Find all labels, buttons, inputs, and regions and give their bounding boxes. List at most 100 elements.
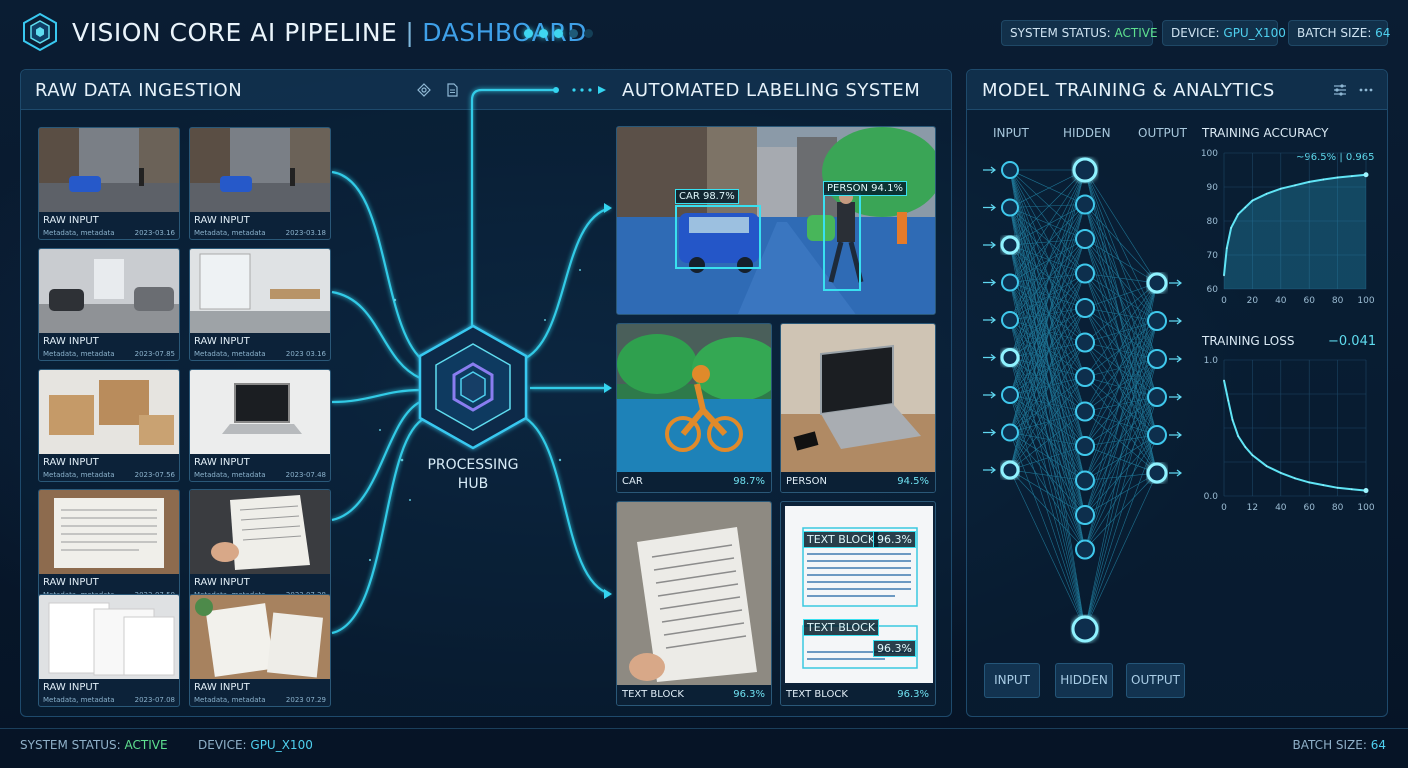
raw-input-label: RAW INPUT — [194, 336, 250, 347]
status-dots — [524, 29, 593, 38]
data-point — [1280, 187, 1282, 190]
raw-input-meta: Metadata, metadata — [43, 350, 115, 358]
output-layer-button[interactable]: OUTPUT — [1126, 663, 1185, 698]
data-point — [1322, 484, 1325, 486]
output-arrow-icon — [1169, 355, 1182, 363]
raw-input-card[interactable]: RAW INPUT Metadata, metadata 2023-03.18 — [189, 127, 331, 240]
labeled-cyclist-card[interactable]: CAR 98.7% — [616, 323, 772, 493]
neural-network-diagram — [983, 157, 1182, 643]
output-neuron — [1146, 462, 1168, 484]
x-tick-label: 80 — [1332, 296, 1344, 306]
raw-input-label: RAW INPUT — [194, 457, 250, 468]
input-arrow-icon — [983, 466, 996, 474]
raw-input-card[interactable]: RAW INPUT Metadata, metadata 2023-07.48 — [189, 369, 331, 482]
more-icon[interactable] — [1359, 83, 1373, 97]
raw-input-label: RAW INPUT — [43, 682, 99, 693]
input-layer-button[interactable]: INPUT — [984, 663, 1040, 698]
labeled-text-layout-card[interactable]: TEXT BLOCK 96.3% TEXT BLOCK 96.3% TEXT B… — [780, 501, 936, 706]
input-arrow-icon — [983, 279, 996, 286]
system-status-value: ACTIVE — [1114, 26, 1158, 40]
sliders-icon[interactable] — [1333, 83, 1347, 97]
device-pill: DEVICE: GPU_X100 — [1162, 20, 1286, 46]
raw-input-card[interactable]: RAW INPUT Metadata, metadata 2023-07.08 — [38, 594, 180, 707]
raw-input-label: RAW INPUT — [43, 577, 99, 588]
raw-thumbnail-image — [190, 595, 330, 679]
accuracy-chart: 0 20 40 60 80 100 100 90 80 70 60 — [1201, 149, 1375, 306]
output-neuron — [1147, 311, 1167, 331]
data-point — [1227, 400, 1230, 402]
hidden-layer-button[interactable]: HIDDEN — [1055, 663, 1113, 698]
raw-panel-title: RAW DATA INGESTION — [35, 80, 243, 101]
hidden-neuron — [1075, 298, 1095, 318]
raw-input-card[interactable]: RAW INPUTMetadata, metadata2023-07.50 — [38, 489, 180, 602]
raw-input-label: RAW INPUT — [194, 682, 250, 693]
confidence-value: 96.3% — [733, 689, 765, 700]
person-box-label: PERSON 94.1% — [823, 181, 907, 196]
cyclist-image — [617, 324, 771, 474]
raw-thumbnail-image — [190, 370, 330, 454]
x-tick-label: 60 — [1303, 503, 1315, 513]
y-tick-label: 90 — [1207, 183, 1219, 193]
hidden-neuron — [1075, 470, 1095, 491]
raw-input-card[interactable]: RAW INPUT Metadata, metadata 2023-03.16 — [38, 127, 180, 240]
raw-input-card[interactable]: RAW INPUT Metadata, metadata 2023-07.85 — [38, 248, 180, 361]
y-tick-label: 100 — [1201, 149, 1218, 159]
data-point — [1351, 175, 1353, 177]
input-neuron — [1000, 348, 1020, 367]
y-tick-label: 70 — [1207, 251, 1219, 261]
system-status-pill: SYSTEM STATUS: ACTIVE — [1001, 20, 1158, 46]
hidden-neuron — [1075, 332, 1095, 353]
data-point — [1322, 178, 1325, 181]
document-icon[interactable] — [445, 83, 459, 97]
loss-chart-title: TRAINING LOSS — [1202, 334, 1295, 348]
data-point — [1226, 247, 1228, 249]
raw-thumbnail-image — [190, 128, 330, 212]
status-footer: SYSTEM STATUS: ACTIVE DEVICE: GPU_X100 B… — [0, 728, 1408, 768]
data-point — [1280, 472, 1282, 474]
x-tick-label: 12 — [1247, 503, 1258, 513]
raw-input-card[interactable]: RAW INPUT Metadata, metadata 2023 03.16 — [189, 248, 331, 361]
x-tick-label: 20 — [1247, 296, 1259, 306]
x-tick-label: 40 — [1275, 296, 1287, 306]
x-tick-label: 0 — [1221, 503, 1227, 513]
loss-chart: 0 12 40 60 80 100 1.0 0.0 — [1204, 356, 1375, 513]
x-tick-label: 100 — [1357, 503, 1374, 513]
nn-hidden-label: HIDDEN — [1063, 126, 1111, 140]
car-bounding-box[interactable] — [675, 205, 761, 269]
input-arrow-icon — [983, 166, 996, 174]
input-neuron — [1001, 198, 1019, 217]
document-photo-image — [617, 502, 771, 687]
raw-input-date: 2023-03.18 — [285, 229, 326, 237]
hidden-neuron — [1075, 436, 1095, 456]
hidden-neuron — [1075, 194, 1095, 215]
output-neuron — [1147, 349, 1167, 369]
data-point — [1351, 488, 1353, 490]
car-box-label: CAR 98.7% — [675, 189, 739, 204]
device-value: GPU_X100 — [1223, 26, 1286, 40]
labeled-document-card[interactable]: TEXT BLOCK 96.3% — [616, 501, 772, 706]
raw-input-date: 2023-07.56 — [134, 471, 175, 479]
data-point — [1265, 465, 1268, 467]
raw-input-card[interactable]: RAW INPUTMetadata, metadata2023 07.28 — [189, 489, 331, 602]
raw-thumbnail-image — [39, 370, 179, 454]
hidden-neuron — [1075, 539, 1095, 560]
app-header: VISION CORE AI PIPELINE | DASHBOARD SYSTEM… — [0, 0, 1408, 66]
processing-hub-icon[interactable] — [410, 320, 536, 456]
person-bounding-box[interactable] — [823, 193, 861, 291]
y-tick-label: 60 — [1207, 285, 1219, 295]
raw-input-meta: Metadata, metadata — [194, 229, 266, 237]
data-point — [1223, 274, 1225, 277]
raw-input-card[interactable]: RAW INPUT Metadata, metadata 2023-07.56 — [38, 369, 180, 482]
document-card-footer: TEXT BLOCK 96.3% — [617, 685, 771, 705]
output-neuron — [1147, 425, 1167, 445]
data-point — [1237, 213, 1239, 215]
labeled-street-card[interactable]: CAR 98.7% PERSON 94.1% — [616, 126, 936, 315]
raw-input-meta: Metadata, metadata — [194, 350, 266, 358]
raw-input-card[interactable]: RAW INPUT Metadata, metadata 2023 07.29 — [189, 594, 331, 707]
raw-input-label: RAW INPUT — [43, 215, 99, 226]
target-icon[interactable] — [417, 83, 431, 97]
raw-input-label: RAW INPUT — [194, 577, 250, 588]
input-neuron — [1001, 311, 1019, 329]
data-point — [1294, 184, 1296, 187]
labeled-laptop-card[interactable]: PERSON 94.5% — [780, 323, 936, 493]
